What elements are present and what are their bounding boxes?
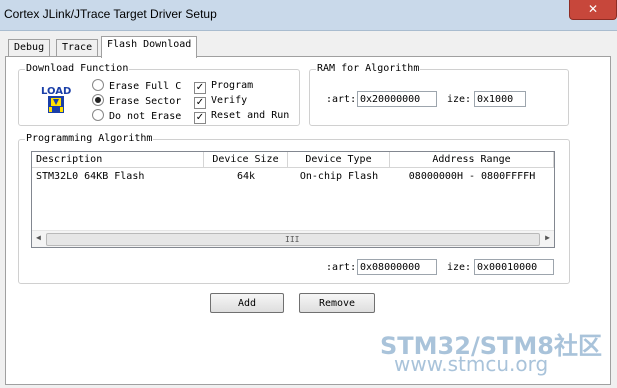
- tab-label: Debug: [14, 42, 45, 53]
- cell-address-range: 08000000H - 0800FFFFH: [408, 171, 536, 182]
- cell-description: STM32L0 64KB Flash: [36, 171, 145, 182]
- radio-button[interactable]: [92, 79, 104, 91]
- scroll-left-icon[interactable]: ◀: [36, 233, 41, 242]
- erase-full-chip-option[interactable]: Erase Full C: [92, 79, 181, 92]
- scroll-right-icon[interactable]: ▶: [545, 233, 550, 242]
- close-button[interactable]: ✕: [569, 0, 617, 20]
- load-icon-text: LOAD: [41, 86, 71, 97]
- column-header-address-range[interactable]: Address Range: [390, 152, 554, 168]
- table-row[interactable]: STM32L0 64KB Flash 64k On-chip Flash 080…: [32, 169, 554, 185]
- close-icon: ✕: [587, 2, 599, 16]
- column-header-device-size[interactable]: Device Size: [204, 152, 288, 168]
- reset-and-run-checkbox[interactable]: ✓ Reset and Run: [194, 110, 289, 124]
- remove-button[interactable]: Remove: [299, 293, 375, 313]
- algorithm-table[interactable]: Description Device Size Device Type Addr…: [31, 151, 555, 248]
- tab-label: Trace: [62, 42, 93, 53]
- do-not-erase-option[interactable]: Do not Erase: [92, 109, 181, 122]
- column-header-description[interactable]: Description: [32, 152, 204, 168]
- ram-for-algorithm-legend: RAM for Algorithm: [316, 63, 421, 74]
- tab-trace[interactable]: Trace: [56, 39, 99, 57]
- radio-button[interactable]: [92, 109, 104, 121]
- download-function-legend: Download Function: [25, 63, 130, 74]
- checkbox-label: Reset and Run: [211, 110, 290, 121]
- radio-button[interactable]: [92, 94, 104, 106]
- option-label: Erase Full C: [109, 81, 182, 92]
- cell-device-type: On-chip Flash: [299, 171, 379, 182]
- scroll-thumb[interactable]: III: [46, 233, 540, 246]
- add-button[interactable]: Add: [210, 293, 284, 313]
- verify-checkbox[interactable]: ✓ Verify: [194, 95, 247, 109]
- ram-start-label: :art:: [326, 94, 357, 105]
- check-icon[interactable]: ✓: [194, 82, 206, 94]
- window-title: Cortex JLink/JTrace Target Driver Setup: [4, 7, 217, 21]
- check-icon[interactable]: ✓: [194, 112, 206, 124]
- option-label: Do not Erase: [109, 111, 182, 122]
- flash-start-input[interactable]: 0x08000000: [357, 259, 437, 275]
- cell-device-size: 64k: [236, 171, 256, 182]
- column-header-device-type[interactable]: Device Type: [288, 152, 390, 168]
- flash-size-label: ize:: [447, 262, 472, 273]
- scroll-grip: III: [285, 235, 300, 244]
- ram-start-input[interactable]: 0x20000000: [357, 91, 437, 107]
- tab-debug[interactable]: Debug: [8, 39, 51, 57]
- checkbox-label: Program: [211, 80, 254, 91]
- option-label: Erase Sector: [109, 96, 182, 107]
- flash-size-input[interactable]: 0x00010000: [474, 259, 554, 275]
- check-icon[interactable]: ✓: [194, 97, 206, 109]
- watermark-url: www.stmcu.org: [394, 352, 549, 376]
- title-bar: Cortex JLink/JTrace Target Driver Setup …: [0, 0, 617, 31]
- tab-label: Flash Download: [107, 39, 192, 50]
- checkbox-label: Verify: [211, 95, 248, 106]
- programming-algorithm-legend: Programming Algorithm: [25, 133, 154, 144]
- tab-flash-download[interactable]: Flash Download: [101, 36, 198, 58]
- program-checkbox[interactable]: ✓ Program: [194, 80, 253, 94]
- flash-start-label: :art:: [326, 262, 357, 273]
- ram-size-label: ize:: [447, 94, 472, 105]
- load-icon: LOAD: [40, 84, 72, 114]
- horizontal-scrollbar[interactable]: ◀ III ▶: [32, 230, 554, 247]
- erase-sector-option[interactable]: Erase Sector: [92, 94, 181, 107]
- ram-size-input[interactable]: 0x1000: [474, 91, 526, 107]
